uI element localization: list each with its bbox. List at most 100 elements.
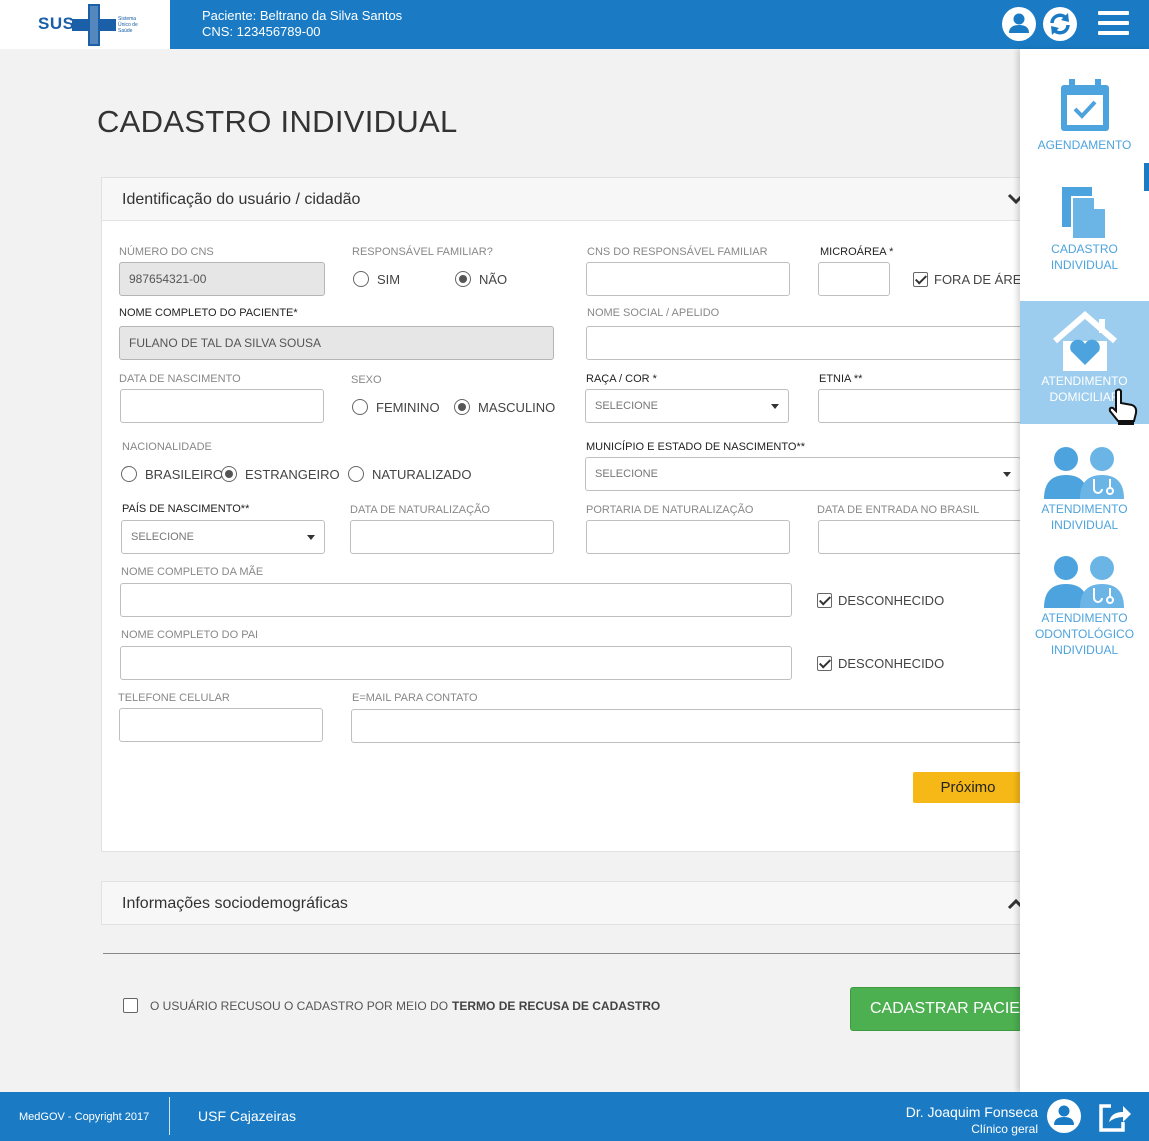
sidebar-item-label: ATENDIMENTO INDIVIDUAL [1041,502,1128,532]
fora-area-checkbox[interactable]: FORA DE ÁREA [913,272,1030,287]
caret-down-icon [771,404,779,409]
doctor-name: Dr. Joaquim Fonseca [905,1104,1038,1120]
municipio-label: MUNICÍPIO E ESTADO DE NASCIMENTO** [586,441,806,453]
pai-label: NOME COMPLETO DO PAI [121,629,259,641]
nacionalidade-estrangeiro-radio[interactable]: ESTRANGEIRO [221,466,340,482]
pais-select[interactable]: SELECIONE [121,520,325,554]
sociodemographic-panel-header[interactable]: Informações sociodemográficas [101,881,1041,925]
email-field[interactable] [351,709,1027,743]
page-title: CADASTRO INDIVIDUAL [97,104,458,139]
section-title: Identificação do usuário / cidadão [122,191,361,208]
next-button[interactable]: Próximo [913,772,1023,803]
divider [169,1097,170,1135]
nascimento-label: DATA DE NASCIMENTO [119,373,241,385]
data-naturalizacao-label: DATA DE NATURALIZAÇÃO [350,504,490,516]
nome-label: NOME COMPLETO DO PACIENTE* [119,307,298,319]
cns-responsavel-field[interactable] [586,262,790,296]
sidebar-item-agendamento[interactable]: AGENDAMENTO [1020,77,1149,187]
sidebar-item-cadastro-individual[interactable]: CADASTRO INDIVIDUAL [1020,183,1149,293]
patient-info: Paciente: Beltrano da Silva Santos CNS: … [202,8,402,40]
caret-down-icon [1003,472,1011,477]
patient-cns: CNS: 123456789-00 [202,24,321,39]
raca-label: RAÇA / COR * [586,373,657,385]
cns-field[interactable]: 987654321-00 [119,262,325,296]
user-icon [1009,13,1029,33]
telefone-field[interactable] [119,708,323,742]
doctors-icon [1043,556,1124,608]
raca-select[interactable]: SELECIONE [585,389,789,423]
caret-down-icon [307,535,315,540]
doctor-profile-button[interactable] [1047,1099,1081,1133]
pais-label: PAÍS DE NASCIMENTO** [122,503,250,515]
cns-label: NÚMERO DO CNS [119,246,214,258]
user-profile-button[interactable] [1002,7,1036,41]
nome-field[interactable]: FULANO DE TAL DA SILVA SOUSA [119,326,554,360]
unit-name: USF Cajazeiras [198,1108,297,1124]
pai-field[interactable] [120,646,792,680]
sexo-label: SEXO [351,374,382,386]
nascimento-field[interactable] [120,389,324,423]
hand-pointer-icon [1108,388,1138,425]
municipio-select[interactable]: SELECIONE [585,457,1021,491]
portaria-field[interactable] [586,520,790,554]
nacionalidade-naturalizado-radio[interactable]: NATURALIZADO [348,466,471,482]
refuse-text: O USUÁRIO RECUSOU O CADASTRO POR MEIO DO [150,998,449,1013]
refuse-term-link[interactable]: TERMO DE RECUSA DE CADASTRO [452,999,660,1013]
sidebar-item-atendimento-odontologico[interactable]: ATENDIMENTO ODONTOLÓGICO INDIVIDUAL [1020,552,1149,672]
mae-label: NOME COMPLETO DA MÃE [121,566,264,578]
sidebar: AGENDAMENTO CADASTRO INDIVIDUAL ATENDIME… [1020,49,1149,1092]
sidebar-item-label: ATENDIMENTO ODONTOLÓGICO INDIVIDUAL [1034,611,1135,657]
user-icon [1054,1105,1074,1125]
logo-text: SUS [38,14,75,33]
sidebar-item-atendimento-individual[interactable]: ATENDIMENTO INDIVIDUAL [1020,443,1149,543]
identification-panel-header[interactable]: Identificação do usuário / cidadão [102,178,1040,221]
nome-social-label: NOME SOCIAL / APELIDO [587,307,720,319]
copyright: MedGOV - Copyright 2017 [19,1111,150,1123]
pai-desconhecido-checkbox[interactable]: DESCONHECIDO [817,656,944,671]
sexo-masculino-radio[interactable]: MASCULINO [454,399,555,415]
cross-icon [72,4,116,46]
doctor-info: Dr. Joaquim Fonseca Clínico geral [906,1104,1038,1137]
document-icon [1061,187,1107,240]
etnia-field[interactable] [818,389,1028,423]
nacionalidade-label: NACIONALIDADE [122,441,212,453]
data-entrada-label: DATA DE ENTRADA NO BRASIL [817,504,980,516]
refuse-checkbox[interactable]: O USUÁRIO RECUSOU O CADASTRO POR MEIO DO… [123,998,660,1013]
telefone-label: TELEFONE CELULAR [118,692,230,704]
doctor-specialty: Clínico geral [971,1122,1038,1136]
menu-button[interactable] [1098,11,1129,41]
responsavel-nao-radio[interactable]: NÃO [455,271,507,287]
footer: MedGOV - Copyright 2017 USF Cajazeiras D… [0,1092,1149,1141]
sidebar-item-atendimento-domiciliar[interactable]: ATENDIMENTO DOMICILIAR [1020,301,1149,425]
doctors-icon [1043,447,1124,499]
patient-name: Paciente: Beltrano da Silva Santos [202,8,403,23]
microarea-label: MICROÁREA * [820,246,894,258]
etnia-label: ETNIA ** [819,373,863,385]
calendar-icon [1060,79,1109,131]
sidebar-item-label: CADASTRO INDIVIDUAL [1050,242,1119,272]
sus-logo[interactable]: SUS Sistema Único de Saúde [0,0,170,49]
logo-subtitle: Sistema Único de Saúde [118,16,138,34]
responsavel-label: RESPONSÁVEL FAMILIAR? [352,246,493,258]
section-title: Informações sociodemográficas [122,895,348,912]
sexo-feminino-radio[interactable]: FEMININO [352,399,440,415]
logout-icon[interactable] [1097,1100,1133,1134]
divider [103,953,1043,954]
sync-button[interactable] [1043,7,1077,41]
cns-responsavel-label: CNS DO RESPONSÁVEL FAMILIAR [587,246,768,258]
sidebar-scroll-marker [1144,163,1149,191]
sidebar-item-label: AGENDAMENTO [1037,138,1132,152]
top-header: SUS Sistema Único de Saúde Paciente: Bel… [0,0,1149,49]
sync-icon [1050,13,1070,35]
mae-field[interactable] [120,583,792,617]
home-heart-icon [1052,311,1117,371]
portaria-label: PORTARIA DE NATURALIZAÇÃO [586,504,754,516]
responsavel-sim-radio[interactable]: SIM [353,271,400,287]
data-entrada-field[interactable] [818,520,1028,554]
email-label: E=MAIL PARA CONTATO [352,692,478,704]
microarea-field[interactable] [818,262,890,296]
nacionalidade-brasileiro-radio[interactable]: BRASILEIRO [121,466,223,482]
nome-social-field[interactable] [586,326,1026,360]
mae-desconhecido-checkbox[interactable]: DESCONHECIDO [817,593,944,608]
data-naturalizacao-field[interactable] [350,520,554,554]
